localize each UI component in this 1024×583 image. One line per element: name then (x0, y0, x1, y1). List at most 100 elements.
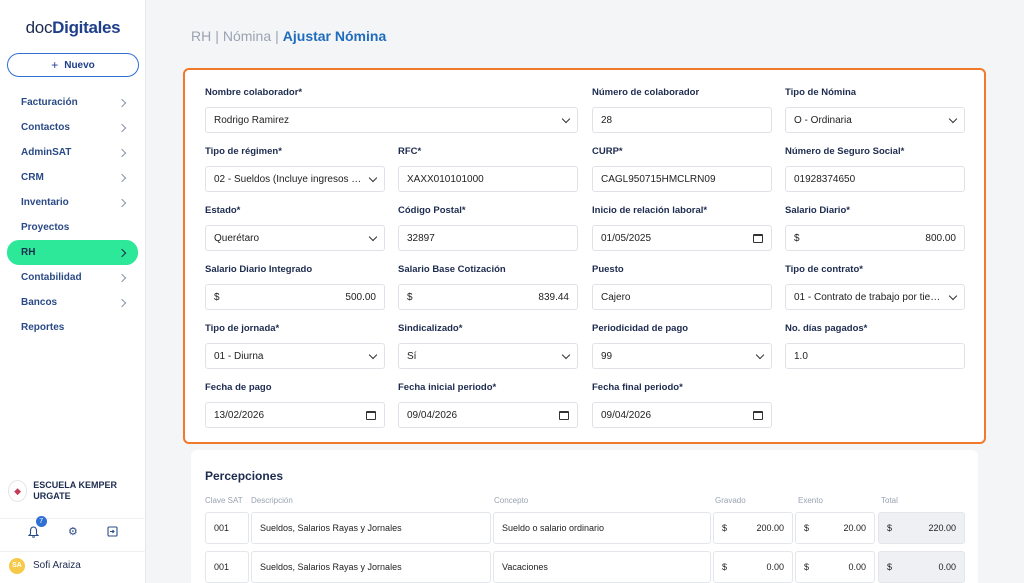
salario-integrado-input[interactable]: $500.00 (205, 284, 385, 310)
currency-symbol: $ (804, 523, 810, 533)
nombre-colaborador-label: Nombre colaborador* (205, 87, 303, 98)
new-button[interactable]: + Nuevo (7, 53, 139, 77)
salario-diario-input[interactable]: $800.00 (785, 225, 965, 251)
salario-base-input[interactable]: $839.44 (398, 284, 578, 310)
sidebar-item-label: Inventario (21, 197, 69, 208)
sidebar-item-crm[interactable]: CRM (7, 165, 138, 190)
tipo-regimen-select[interactable]: 02 - Sueldos (Incluye ingresos se... (205, 166, 385, 192)
calendar-icon[interactable] (559, 410, 569, 420)
sidebar-item-label: Facturación (21, 97, 78, 108)
exento-cell[interactable]: $20.00 (795, 512, 875, 544)
sidebar-item-contabilidad[interactable]: Contabilidad (7, 265, 138, 290)
tipo-regimen-label: Tipo de régimen* (205, 146, 282, 157)
numero-colaborador-field: Número de colaborador 28 (592, 87, 772, 133)
company-switcher[interactable]: ◆ ESCUELA KEMPER URGATE (8, 480, 140, 502)
chevron-down-icon (948, 114, 958, 123)
concepto-cell[interactable]: Sueldo o salario ordinario (493, 512, 711, 544)
field-value: O - Ordinaria (794, 114, 852, 126)
cell-value: 0.00 (938, 562, 956, 572)
currency-symbol: $ (214, 291, 220, 303)
exento-cell[interactable]: $0.00 (795, 551, 875, 583)
sidebar-item-reportes[interactable]: Reportes (7, 315, 138, 340)
cell-value: 001 (214, 562, 230, 572)
tipo-nomina-label: Tipo de Nómina (785, 87, 857, 98)
fecha-inicial-input[interactable]: 09/04/2026 (398, 402, 578, 428)
sidebar-item-facturacin[interactable]: Facturación (7, 90, 138, 115)
percepciones-title: Percepciones (205, 469, 284, 483)
sindicalizado-label: Sindicalizado* (398, 323, 463, 334)
calendar-icon[interactable] (753, 410, 763, 420)
field-value: 09/04/2026 (407, 409, 458, 421)
fecha-final-input[interactable]: 09/04/2026 (592, 402, 772, 428)
periodicidad-field: Periodicidad de pago 99 (592, 323, 772, 369)
inicio-relacion-input[interactable]: 01/05/2025 (592, 225, 772, 251)
estado-select[interactable]: Querétaro (205, 225, 385, 251)
chevron-down-icon (948, 291, 958, 300)
column-header: Clave SAT (205, 496, 243, 505)
calendar-icon[interactable] (753, 233, 763, 243)
chevron-down-icon (561, 350, 571, 359)
sidebar-item-label: Contactos (21, 122, 70, 133)
tipo-jornada-select[interactable]: 01 - Diurna (205, 343, 385, 369)
breadcrumb-rh[interactable]: RH (191, 28, 211, 44)
field-value: CAGL950715HMCLRN09 (601, 173, 716, 185)
cell-value: 0.00 (766, 562, 784, 572)
table-row: 001 Sueldos, Salarios Rayas y Jornales Sue… (205, 512, 965, 544)
rfc-field: RFC* XAXX010101000 (398, 146, 578, 192)
clave-cell[interactable]: 001 (205, 512, 249, 544)
periodicidad-label: Periodicidad de pago (592, 323, 689, 334)
currency-symbol: $ (722, 523, 728, 533)
app-logo[interactable]: docDigitales (0, 18, 146, 38)
fecha-pago-input[interactable]: 13/02/2026 (205, 402, 385, 428)
bell-icon[interactable]: 7 (27, 515, 47, 539)
sidebar-item-label: Bancos (21, 297, 58, 308)
field-value: 01/05/2025 (601, 232, 652, 244)
sidebar-item-bancos[interactable]: Bancos (7, 290, 138, 315)
sidebar-item-contactos[interactable]: Contactos (7, 115, 138, 140)
puesto-input[interactable]: Cajero (592, 284, 772, 310)
chevron-right-icon (117, 198, 127, 207)
codigo-postal-input[interactable]: 32897 (398, 225, 578, 251)
salario-integrado-label: Salario Diario Integrado (205, 264, 313, 275)
fecha-final-label: Fecha final periodo* (592, 382, 683, 393)
tipo-contrato-select[interactable]: 01 - Contrato de trabajo por tiem... (785, 284, 965, 310)
periodicidad-select[interactable]: 99 (592, 343, 772, 369)
chevron-right-icon (117, 123, 127, 132)
chevron-right-icon (117, 173, 127, 182)
rfc-input[interactable]: XAXX010101000 (398, 166, 578, 192)
gravado-cell[interactable]: $200.00 (713, 512, 793, 544)
field-value: 01 - Contrato de trabajo por tiem... (794, 291, 944, 303)
sidebar-item-rh[interactable]: RH (7, 240, 138, 265)
fecha-final-field: Fecha final periodo* 09/04/2026 (592, 382, 772, 428)
company-name: ESCUELA KEMPER URGATE (33, 480, 117, 501)
nss-input[interactable]: 01928374650 (785, 166, 965, 192)
sidebar-tools: 7 ⚙ (0, 515, 146, 544)
user-name: Sofi Araiza (33, 560, 81, 571)
table-row: 001 Sueldos, Salarios Rayas y Jornales Vac… (205, 551, 965, 583)
descripcion-cell[interactable]: Sueldos, Salarios Rayas y Jornales (251, 512, 491, 544)
user-profile[interactable]: SA Sofi Araiza (0, 551, 146, 579)
concepto-cell[interactable]: Vacaciones (493, 551, 711, 583)
currency-symbol: $ (804, 562, 810, 572)
tipo-nomina-select[interactable]: O - Ordinaria (785, 107, 965, 133)
descripcion-cell[interactable]: Sueldos, Salarios Rayas y Jornales (251, 551, 491, 583)
sidebar-item-adminsat[interactable]: AdminSAT (7, 140, 138, 165)
clave-cell[interactable]: 001 (205, 551, 249, 583)
breadcrumb-nomina[interactable]: Nómina (223, 28, 271, 44)
gear-icon[interactable]: ⚙ (66, 525, 80, 539)
chevron-down-icon (368, 173, 378, 182)
field-value: 99 (601, 350, 613, 362)
nombre-colaborador-select[interactable]: Rodrigo Ramirez (205, 107, 578, 133)
field-value: 28 (601, 114, 613, 126)
dias-pagados-input[interactable]: 1.0 (785, 343, 965, 369)
sidebar-item-inventario[interactable]: Inventario (7, 190, 138, 215)
sidebar-item-proyectos[interactable]: Proyectos (7, 215, 138, 240)
gravado-cell[interactable]: $0.00 (713, 551, 793, 583)
curp-input[interactable]: CAGL950715HMCLRN09 (592, 166, 772, 192)
calendar-icon[interactable] (366, 410, 376, 420)
puesto-label: Puesto (592, 264, 624, 275)
sindicalizado-select[interactable]: Sí (398, 343, 578, 369)
logout-icon[interactable] (105, 525, 119, 539)
salario-base-field: Salario Base Cotización $839.44 (398, 264, 578, 310)
numero-colaborador-input[interactable]: 28 (592, 107, 772, 133)
